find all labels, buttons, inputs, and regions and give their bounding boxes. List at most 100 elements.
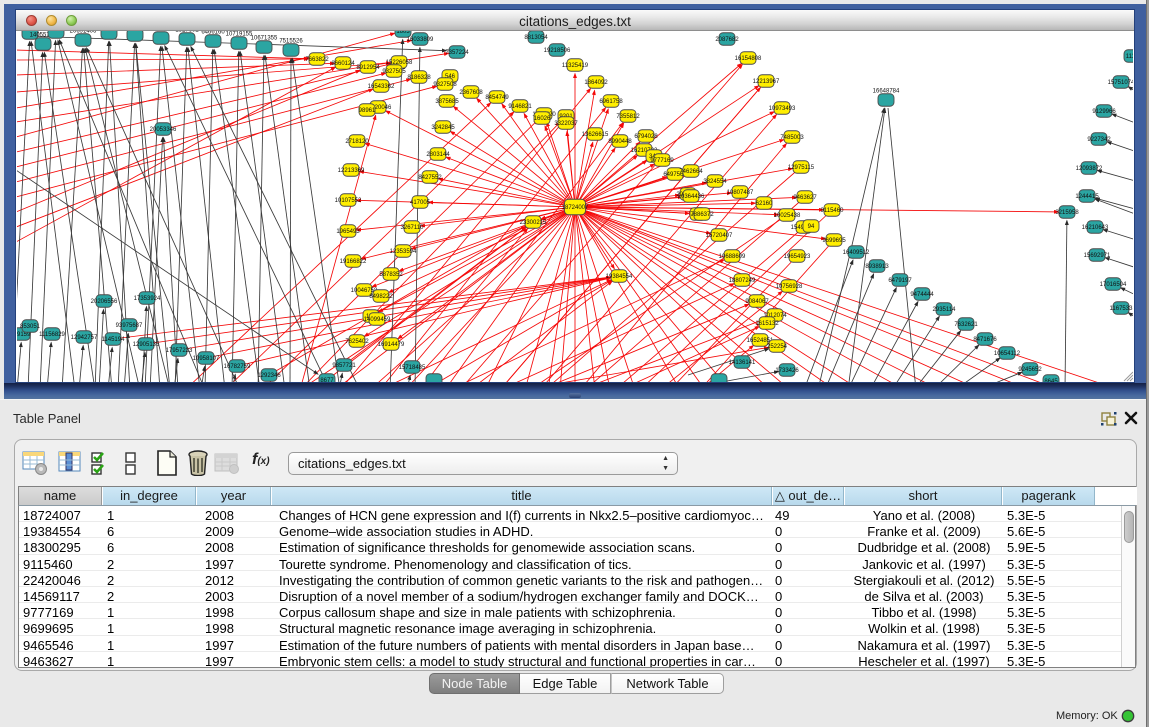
svg-text:9327505: 9327505 bbox=[382, 69, 406, 75]
svg-text:9777169: 9777169 bbox=[650, 158, 674, 164]
svg-text:8660124: 8660124 bbox=[331, 61, 355, 67]
svg-text:8498222: 8498222 bbox=[369, 294, 393, 300]
svg-text:1603: 1603 bbox=[396, 31, 410, 35]
svg-text:12942757: 12942757 bbox=[70, 335, 97, 341]
svg-text:16026: 16026 bbox=[533, 116, 550, 122]
svg-text:1112: 1112 bbox=[1125, 54, 1132, 60]
svg-text:1167533: 1167533 bbox=[1109, 306, 1132, 312]
svg-text:15720407: 15720407 bbox=[705, 233, 732, 239]
svg-text:1292346: 1292346 bbox=[257, 373, 281, 379]
svg-text:16543362: 16543362 bbox=[367, 84, 394, 90]
svg-text:8454749: 8454749 bbox=[485, 95, 509, 101]
svg-text:12905135: 12905135 bbox=[132, 342, 159, 348]
svg-text:1965493: 1965493 bbox=[336, 229, 360, 235]
svg-text:9129966: 9129966 bbox=[1092, 109, 1116, 115]
svg-text:10807487: 10807487 bbox=[726, 190, 753, 196]
svg-text:7485003: 7485003 bbox=[780, 135, 804, 141]
svg-text:2935114: 2935114 bbox=[932, 307, 956, 313]
svg-text:14136141: 14136141 bbox=[728, 360, 755, 366]
svg-text:12213967: 12213967 bbox=[752, 79, 779, 85]
svg-text:16210643: 16210643 bbox=[1081, 225, 1108, 231]
svg-text:3242845: 3242845 bbox=[431, 125, 455, 131]
svg-text:2803144: 2803144 bbox=[426, 152, 450, 158]
svg-text:11325419: 11325419 bbox=[561, 63, 588, 69]
svg-text:16914479: 16914479 bbox=[377, 342, 404, 348]
svg-text:10025438: 10025438 bbox=[773, 213, 800, 219]
svg-text:10654112: 10654112 bbox=[993, 351, 1020, 357]
svg-text:9699695: 9699695 bbox=[822, 238, 846, 244]
svg-text:252254: 252254 bbox=[766, 344, 787, 350]
svg-text:8912954: 8912954 bbox=[356, 65, 380, 71]
svg-text:9227342: 9227342 bbox=[1087, 137, 1111, 143]
svg-text:8677: 8677 bbox=[320, 378, 334, 382]
svg-text:9474444: 9474444 bbox=[910, 292, 934, 298]
svg-text:3215958: 3215958 bbox=[1055, 210, 1079, 216]
svg-text:7357224: 7357224 bbox=[445, 50, 469, 56]
svg-text:8938913: 8938913 bbox=[865, 264, 889, 270]
svg-text:7663822: 7663822 bbox=[305, 57, 329, 63]
svg-text:1864092: 1864092 bbox=[584, 80, 608, 86]
svg-text:8471676: 8471676 bbox=[973, 337, 997, 343]
svg-text:10719155: 10719155 bbox=[225, 31, 252, 37]
svg-text:20206556: 20206556 bbox=[90, 299, 117, 305]
svg-text:7462664: 7462664 bbox=[679, 169, 703, 175]
svg-text:16033809: 16033809 bbox=[406, 37, 433, 43]
svg-text:2367608: 2367608 bbox=[459, 90, 483, 96]
svg-text:20364436: 20364436 bbox=[677, 194, 704, 200]
svg-text:10973493: 10973493 bbox=[768, 106, 795, 112]
svg-text:19218506: 19218506 bbox=[543, 48, 570, 54]
svg-text:5878352: 5878352 bbox=[379, 272, 403, 278]
svg-text:98961: 98961 bbox=[358, 108, 375, 114]
svg-text:94: 94 bbox=[807, 224, 814, 230]
svg-text:23300215: 23300215 bbox=[519, 220, 546, 226]
svg-text:1733426: 1733426 bbox=[775, 368, 799, 374]
svg-text:3875685: 3875685 bbox=[435, 99, 459, 105]
svg-text:15751074: 15751074 bbox=[1107, 80, 1132, 86]
svg-text:20053346: 20053346 bbox=[149, 127, 176, 133]
svg-text:417005: 417005 bbox=[409, 200, 430, 206]
svg-text:16409512: 16409512 bbox=[842, 250, 869, 256]
svg-text:1615132: 1615132 bbox=[755, 321, 779, 327]
svg-text:7632621: 7632621 bbox=[954, 322, 978, 328]
svg-text:10958107: 10958107 bbox=[192, 356, 219, 362]
svg-text:8813054: 8813054 bbox=[524, 35, 548, 41]
svg-text:10756928: 10756928 bbox=[775, 284, 802, 290]
svg-text:3267110: 3267110 bbox=[400, 225, 424, 231]
svg-text:16648784: 16648784 bbox=[872, 88, 899, 94]
svg-text:11156829: 11156829 bbox=[39, 332, 65, 338]
svg-text:17016504: 17016504 bbox=[1099, 282, 1126, 288]
svg-text:6466160: 6466160 bbox=[201, 31, 225, 35]
svg-text:1145194: 1145194 bbox=[101, 337, 125, 343]
svg-text:9084067: 9084067 bbox=[745, 299, 769, 305]
svg-text:3824554: 3824554 bbox=[703, 179, 727, 185]
svg-text:2087682: 2087682 bbox=[715, 37, 739, 43]
svg-text:8427552: 8427552 bbox=[418, 175, 442, 181]
svg-text:15692971: 15692971 bbox=[1083, 253, 1110, 259]
svg-text:9327508: 9327508 bbox=[433, 82, 457, 88]
svg-text:10688609: 10688609 bbox=[718, 254, 745, 260]
svg-text:7355812: 7355812 bbox=[616, 114, 640, 120]
svg-text:9146821: 9146821 bbox=[508, 104, 532, 110]
svg-text:10671355: 10671355 bbox=[250, 35, 277, 41]
svg-text:9245652: 9245652 bbox=[1018, 367, 1042, 373]
svg-text:12353594: 12353594 bbox=[389, 249, 416, 255]
svg-text:39159: 39159 bbox=[17, 332, 31, 338]
svg-text:16782759: 16782759 bbox=[223, 364, 250, 370]
svg-text:12213369: 12213369 bbox=[337, 168, 364, 174]
svg-text:853051: 853051 bbox=[19, 324, 40, 330]
svg-text:17353924: 17353924 bbox=[133, 296, 160, 302]
svg-text:13626615: 13626615 bbox=[581, 132, 608, 138]
svg-text:7886372: 7886372 bbox=[690, 212, 714, 218]
svg-text:8645: 8645 bbox=[1044, 379, 1058, 382]
svg-text:9857721: 9857721 bbox=[332, 363, 356, 369]
svg-text:19654923: 19654923 bbox=[783, 254, 810, 260]
svg-text:62160: 62160 bbox=[755, 201, 772, 207]
svg-text:16154808: 16154808 bbox=[734, 56, 761, 62]
svg-text:6479197: 6479197 bbox=[888, 278, 912, 284]
svg-text:6794028: 6794028 bbox=[634, 134, 658, 140]
svg-text:1244415: 1244415 bbox=[1075, 194, 1099, 200]
svg-text:12093872: 12093872 bbox=[1075, 166, 1102, 172]
svg-text:7515526: 7515526 bbox=[279, 38, 303, 44]
svg-text:8186328: 8186328 bbox=[407, 75, 431, 81]
svg-text:2718120: 2718120 bbox=[345, 139, 369, 145]
